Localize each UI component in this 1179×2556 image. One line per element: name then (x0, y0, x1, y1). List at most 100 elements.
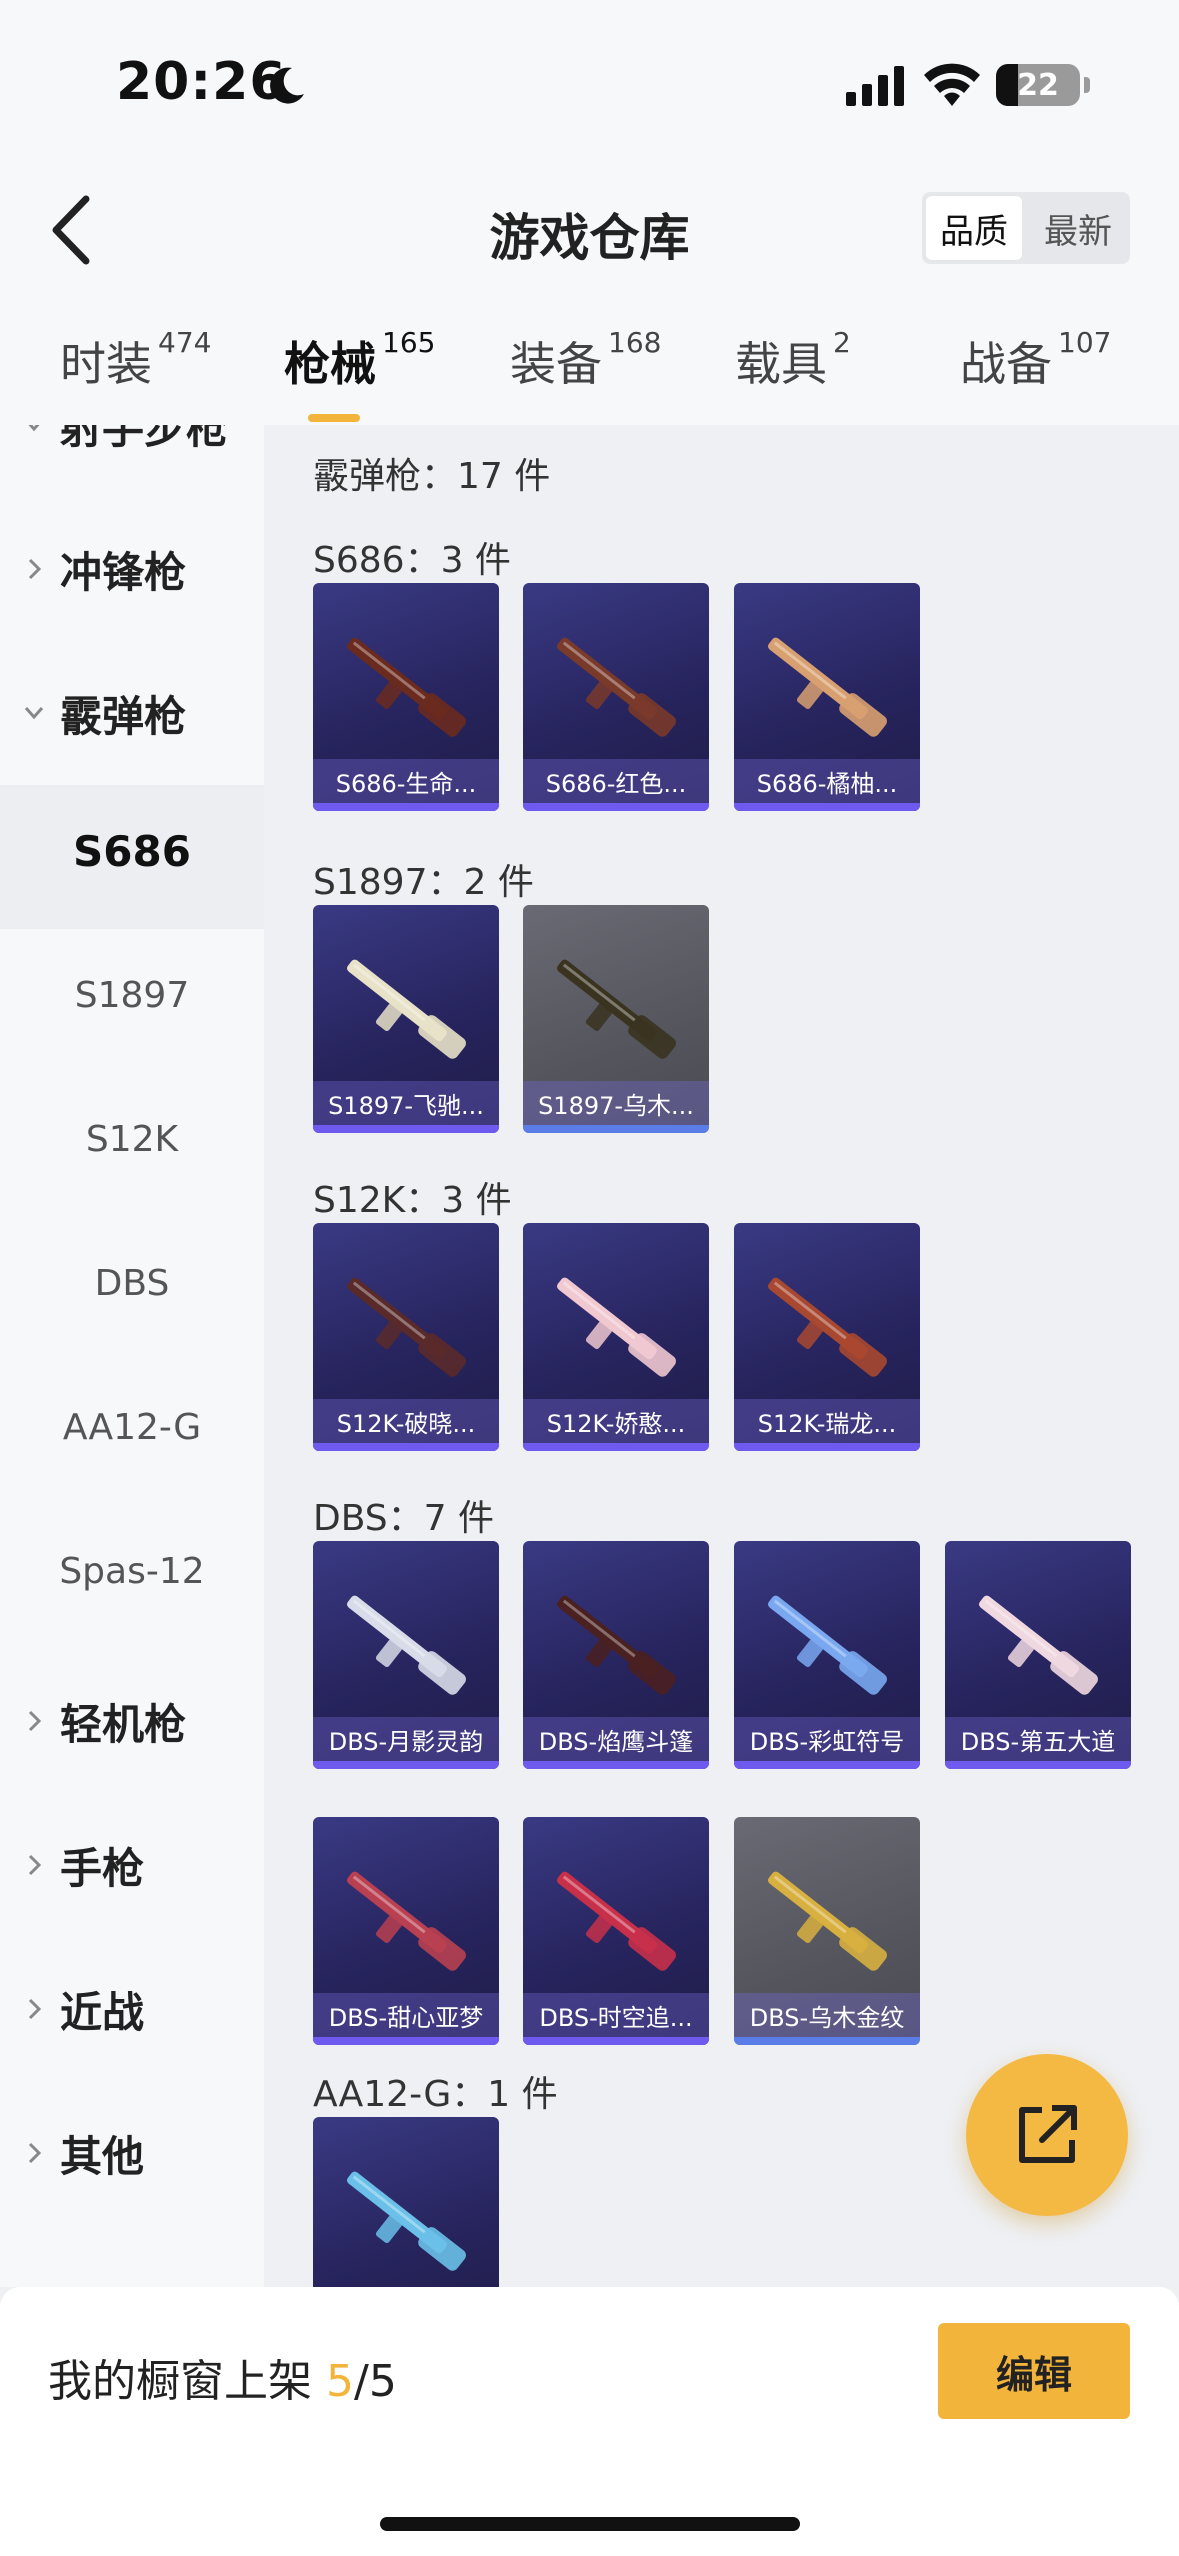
weapon-skin-card[interactable]: DBS-第五大道 (945, 1541, 1131, 1769)
sidebar-item-spas12[interactable]: Spas-12 (0, 1505, 264, 1649)
shotgun-icon (979, 1595, 1098, 1695)
sidebar-item-melee[interactable]: 近战 (0, 1937, 264, 2081)
chevron-right-icon (28, 1998, 42, 2020)
weapon-skin-card[interactable]: DBS-焰鹰斗篷 (523, 1541, 709, 1769)
tab-label: 枪械 (284, 337, 376, 391)
weapon-skin-card[interactable]: S12K-瑞龙... (734, 1223, 920, 1451)
rarity-bar (523, 1443, 709, 1451)
sidebar-item-label: 其他 (60, 2132, 145, 2181)
tab-active-indicator (308, 414, 360, 422)
sidebar-item-smg[interactable]: 冲锋枪 (0, 497, 264, 641)
tab-fashion[interactable]: 时装 474 (60, 326, 212, 408)
chevron-down-icon (28, 425, 40, 432)
home-indicator (380, 2517, 800, 2531)
sidebar-item-label: 轻机枪 (60, 1700, 187, 1749)
weapon-skin-card[interactable]: S12K-破晓... (313, 1223, 499, 1451)
sort-option-quality[interactable]: 品质 (926, 196, 1022, 260)
chevron-right-icon (28, 2142, 42, 2164)
weapon-skin-card[interactable]: S1897-乌木... (523, 905, 709, 1133)
sort-option-newest[interactable]: 最新 (1026, 192, 1130, 264)
tab-count: 168 (608, 326, 662, 359)
chevron-right-icon (28, 558, 42, 580)
back-button[interactable] (40, 190, 100, 270)
shotgun-icon (347, 2171, 466, 2271)
weapon-skin-name: S12K-瑞龙... (757, 1410, 897, 1438)
tab-vehicles[interactable]: 载具 2 (735, 326, 851, 408)
tab-label: 战备 (960, 337, 1052, 391)
shotgun-icon (347, 1277, 466, 1377)
wifi-icon (924, 63, 980, 106)
weapon-skin-card[interactable]: S1897-飞驰... (313, 905, 499, 1133)
weapon-skin-name: DBS-乌木金纹 (749, 2004, 905, 2032)
edit-button[interactable]: 编辑 (938, 2323, 1130, 2419)
status-time: 20:26 (116, 52, 287, 112)
rarity-bar (523, 1125, 709, 1133)
sidebar-item-s686[interactable]: S686 (0, 785, 264, 929)
external-link-icon (1019, 2105, 1077, 2163)
shotgun-icon (768, 637, 887, 737)
battery-icon: 22 (996, 64, 1080, 106)
weapon-skin-name: DBS-彩虹符号 (749, 1728, 905, 1756)
sort-toggle: 品质 最新 (922, 192, 1130, 264)
sidebar-item-shotgun[interactable]: 霰弹枪 (0, 641, 264, 785)
tab-count: 2 (833, 326, 851, 359)
sidebar-item-lmg[interactable]: 轻机枪 (0, 1649, 264, 1793)
sidebar-item-label: DBS (94, 1263, 170, 1304)
shotgun-icon (768, 1871, 887, 1971)
shotgun-icon (557, 1871, 676, 1971)
shotgun-icon (557, 1595, 676, 1695)
weapon-skin-card[interactable]: DBS-彩虹符号 (734, 1541, 920, 1769)
showcase-total: /5 (354, 2356, 397, 2407)
tab-count: 165 (382, 326, 436, 359)
battery-tip (1084, 77, 1090, 93)
battery-percent: 22 (1017, 68, 1059, 103)
chevron-right-icon (28, 1854, 42, 1876)
weapon-skin-card[interactable]: S686-红色... (523, 583, 709, 811)
tab-firearms[interactable]: 枪械 165 (284, 326, 436, 422)
sidebar-item-label: 霰弹枪 (60, 692, 187, 741)
section-title: 霰弹枪：17 件 (313, 456, 551, 497)
rarity-bar (734, 2037, 920, 2045)
shotgun-icon (557, 959, 676, 1059)
tab-label: 时装 (60, 337, 152, 391)
shotgun-icon (557, 1277, 676, 1377)
weapon-skin-card[interactable]: DBS-时空追... (523, 1817, 709, 2045)
weapon-skin-card[interactable]: DBS-甜心亚梦 (313, 1817, 499, 2045)
tab-equipment[interactable]: 装备 168 (510, 326, 662, 408)
sidebar-item-pistol[interactable]: 手枪 (0, 1793, 264, 1937)
weapon-type-sidebar: 射手步枪 冲锋枪 霰弹枪 S686 S1897 S12K DBS AA12-G … (0, 425, 264, 2287)
tab-supplies[interactable]: 战备 107 (960, 326, 1111, 408)
rarity-bar (523, 1761, 709, 1769)
weapon-skin-card[interactable] (313, 2117, 499, 2287)
sidebar-item-aa12g[interactable]: AA12-G (0, 1361, 264, 1505)
group-title: S1897：2 件 (313, 862, 534, 903)
weapon-skin-name: S12K-娇憨... (546, 1410, 686, 1438)
tab-count: 474 (158, 326, 212, 359)
group-title: S12K：3 件 (313, 1180, 512, 1221)
rarity-bar (313, 1443, 499, 1451)
weapon-skin-card[interactable]: DBS-乌木金纹 (734, 1817, 920, 2045)
sidebar-item-marksman-rifle[interactable]: 射手步枪 (0, 425, 264, 497)
weapon-skin-name: DBS-第五大道 (960, 1728, 1116, 1756)
shotgun-icon (768, 1277, 887, 1377)
sidebar-item-s1897[interactable]: S1897 (0, 929, 264, 1073)
sidebar-item-dbs[interactable]: DBS (0, 1217, 264, 1361)
weapon-skin-name: S1897-乌木... (538, 1092, 694, 1120)
weapon-skin-card[interactable]: S686-橘柚... (734, 583, 920, 811)
share-button[interactable] (966, 2054, 1128, 2216)
weapon-skin-name: DBS-时空追... (539, 2004, 693, 2032)
weapon-skin-card[interactable]: S12K-娇憨... (523, 1223, 709, 1451)
rarity-bar (523, 2037, 709, 2045)
group-title: S686：3 件 (313, 540, 511, 581)
shotgun-icon (557, 637, 676, 737)
weapon-skin-name: S686-红色... (545, 770, 687, 798)
weapon-skin-card[interactable]: S686-生命... (313, 583, 499, 811)
weapon-skin-card[interactable]: DBS-月影灵韵 (313, 1541, 499, 1769)
sidebar-item-s12k[interactable]: S12K (0, 1073, 264, 1217)
sidebar-item-label: 手枪 (60, 1844, 145, 1893)
header: 游戏仓库 品质 最新 (0, 150, 1179, 310)
shotgun-icon (347, 637, 466, 737)
chevron-down-icon (24, 707, 44, 720)
sidebar-item-other[interactable]: 其他 (0, 2081, 264, 2225)
weapon-skin-name: DBS-月影灵韵 (328, 1728, 484, 1756)
